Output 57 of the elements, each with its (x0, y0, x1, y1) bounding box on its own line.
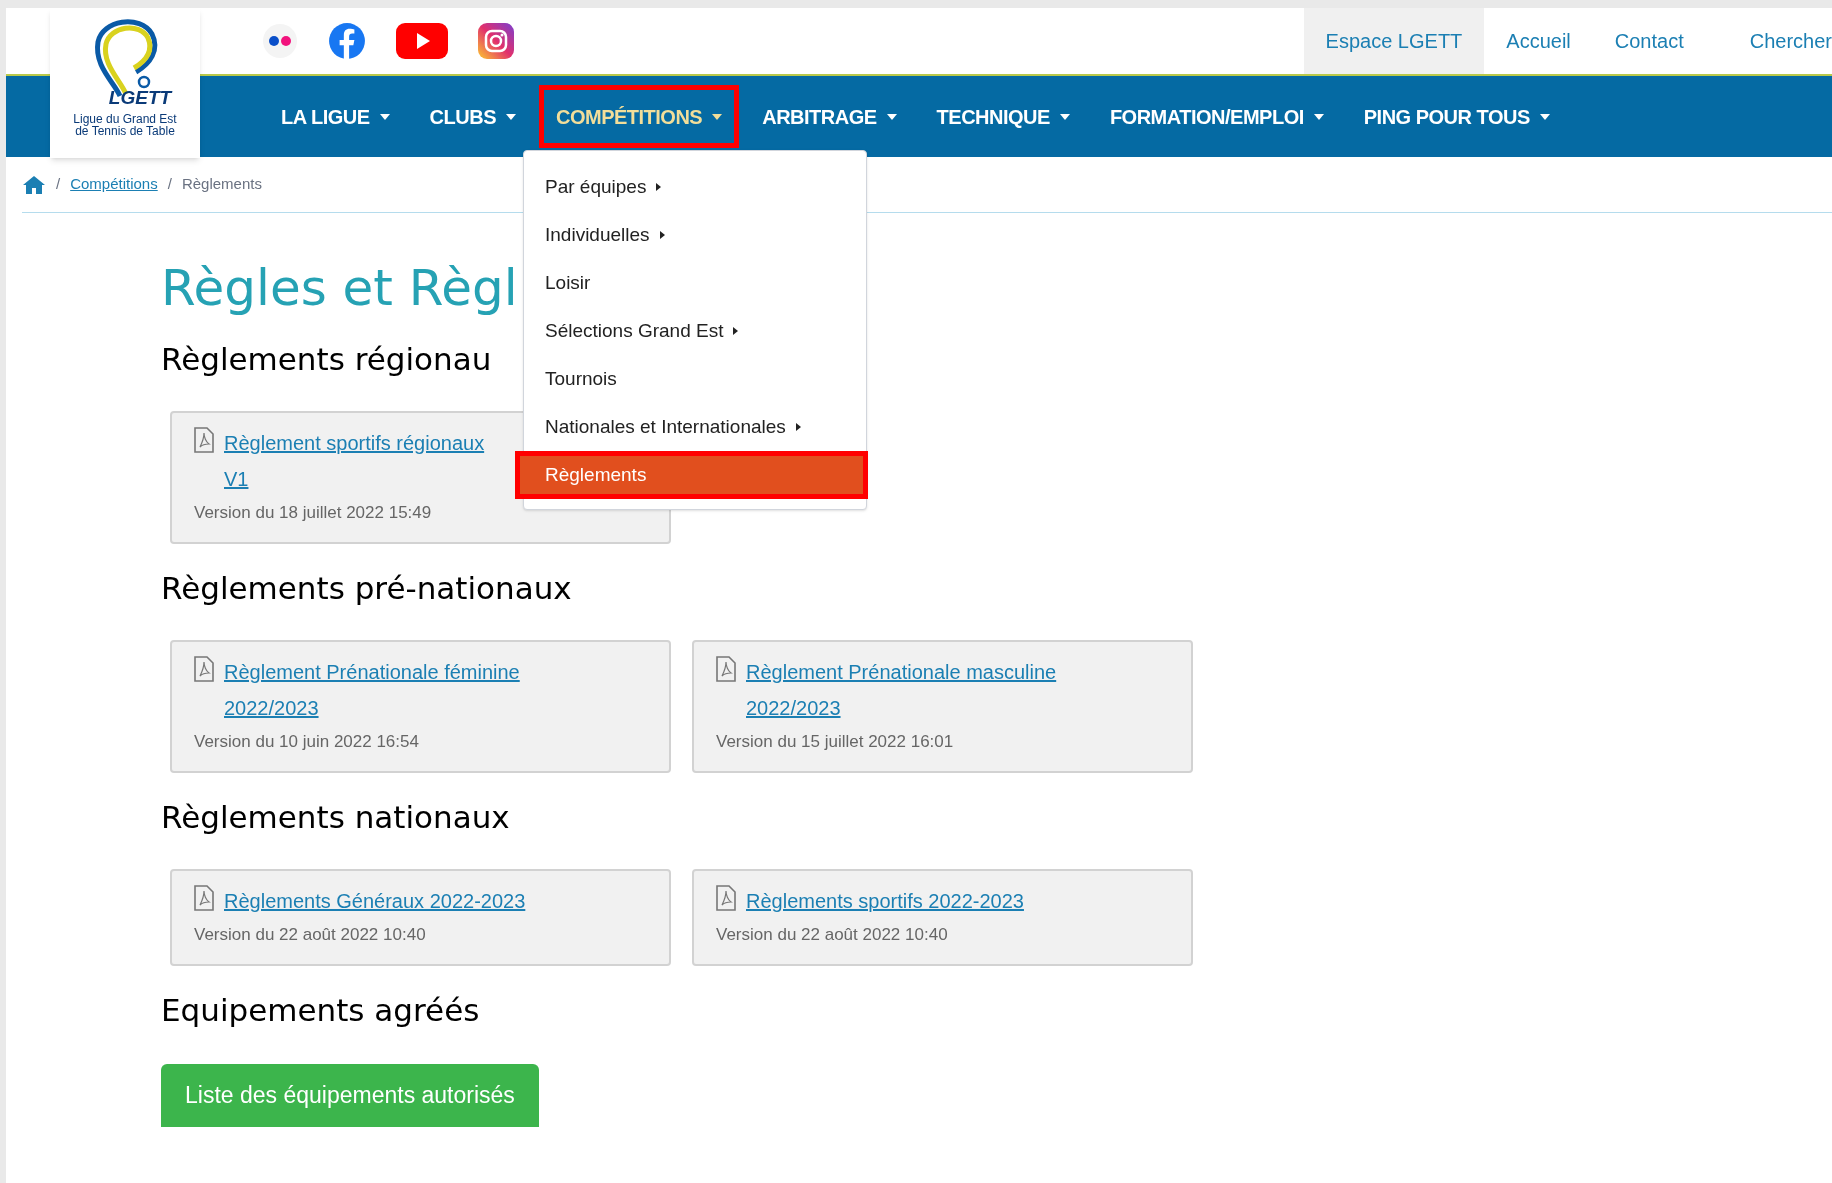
top-link[interactable]: Espace LGETT (1303, 8, 1485, 74)
page-title: Règles et Règl (161, 258, 518, 319)
logo[interactable]: LGETT Ligue du Grand Est de Tennis de Table (50, 8, 200, 158)
dropdown-item[interactable]: Par équipes (524, 163, 866, 211)
document-link[interactable]: Règlements Généraux 2022-2023 (224, 883, 526, 919)
section-heading: Règlements régionau (161, 340, 492, 379)
nav-menu-item[interactable]: FORMATION/EMPLOI (1092, 85, 1341, 148)
dropdown-item[interactable]: Individuelles (524, 211, 866, 259)
version-date: Version du 15 juillet 2022 16:01 (716, 731, 954, 753)
top-link[interactable]: Contact (1592, 8, 1706, 74)
dropdown-item[interactable]: Règlements (515, 451, 868, 499)
pdf-file-icon (194, 885, 214, 911)
flickr-icon[interactable] (262, 23, 298, 59)
version-date: Version du 18 juillet 2022 15:49 (194, 502, 432, 524)
section-heading: Règlements nationaux (161, 798, 510, 837)
home-icon[interactable] (22, 174, 46, 195)
breadcrumb-current: Règlements (181, 174, 262, 195)
document-link[interactable]: Règlement Prénationale féminine 2022/2023 (224, 654, 520, 726)
caret-icon (712, 113, 723, 120)
logo-text: LGETT (108, 88, 172, 107)
document-link[interactable]: Règlement sportifs régionaux V1 (224, 425, 485, 497)
breadcrumb-separator: / (56, 174, 61, 195)
youtube-icon[interactable] (396, 23, 448, 59)
caret-icon (886, 113, 897, 120)
caret-icon (506, 113, 516, 120)
section-heading: Règlements pré-nationaux (161, 569, 572, 608)
instagram-icon[interactable] (478, 23, 514, 59)
pdf-file-icon (716, 656, 736, 682)
top-link[interactable]: Accueil (1484, 8, 1593, 74)
dropdown-item[interactable]: Nationales et Internationales (524, 403, 866, 451)
nav-menu-item[interactable]: TECHNIQUE (919, 85, 1087, 148)
caret-icon (1313, 113, 1324, 120)
version-date: Version du 22 août 2022 10:40 (716, 924, 948, 946)
top-link[interactable]: Chercher (1705, 8, 1832, 74)
nav-menu-item[interactable]: PING POUR TOUS (1346, 85, 1567, 148)
pdf-file-icon (716, 885, 736, 911)
caret-icon (1059, 113, 1070, 120)
logo-caption: Ligue du Grand Est de Tennis de Table (72, 113, 178, 137)
pdf-file-icon (194, 427, 214, 453)
nav-menu-item[interactable]: CLUBS (412, 85, 533, 148)
caret-icon (1539, 113, 1550, 120)
document-link[interactable]: Règlements sportifs 2022-2023 (746, 883, 1024, 919)
breadcrumb-separator: / (167, 174, 172, 195)
nav-menu-item[interactable]: COMPÉTITIONS (539, 85, 740, 148)
breadcrumb-link[interactable]: Compétitions (70, 173, 158, 196)
version-date: Version du 10 juin 2022 16:54 (194, 731, 419, 753)
nav-menu-item[interactable]: LA LIGUE (264, 85, 407, 148)
dropdown-item[interactable]: Sélections Grand Est (524, 307, 866, 355)
dropdown-item[interactable]: Tournois (524, 355, 866, 403)
version-date: Version du 22 août 2022 10:40 (194, 924, 426, 946)
caret-icon (379, 113, 390, 120)
pdf-file-icon (194, 656, 214, 682)
dropdown-item[interactable]: Loisir (524, 259, 866, 307)
facebook-icon[interactable] (328, 22, 366, 60)
document-link[interactable]: Règlement Prénationale masculine 2022/2023 (746, 654, 1057, 726)
nav-menu-item[interactable]: ARBITRAGE (745, 85, 914, 148)
section-heading: Equipements agréés (161, 991, 480, 1030)
